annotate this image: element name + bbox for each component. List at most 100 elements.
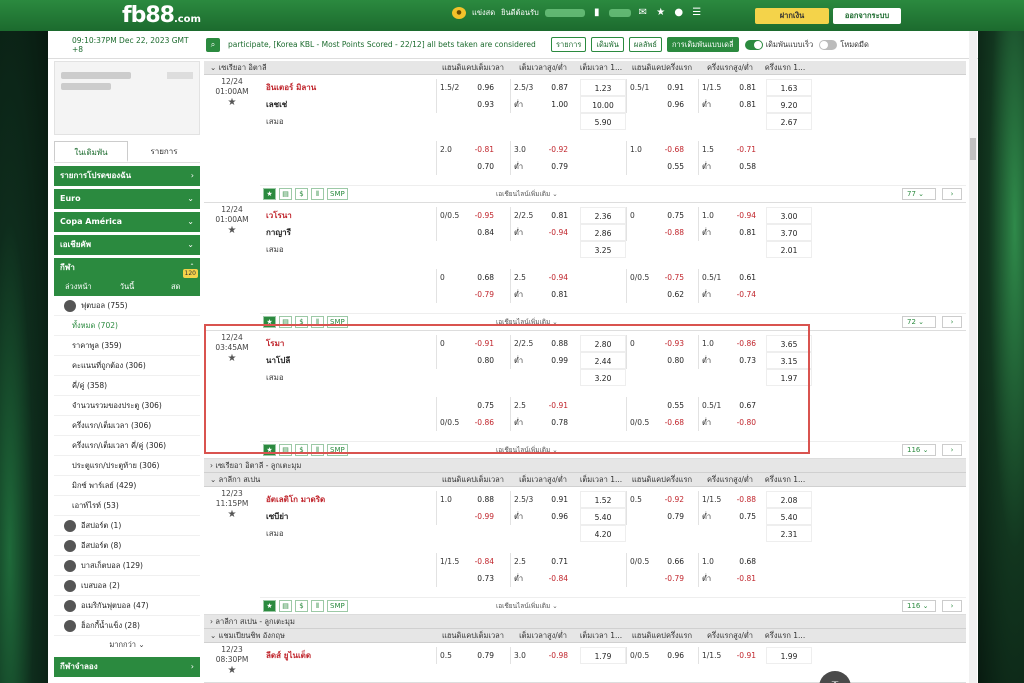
football-sub-item[interactable]: คะแนนที่ถูกต้อง (306) — [54, 356, 200, 376]
odds-cell[interactable]: 1.52 — [580, 491, 626, 508]
odds-cell[interactable]: -0.99 — [436, 508, 497, 525]
odds-cell[interactable]: 0.55 — [626, 397, 687, 414]
sport-item[interactable]: บาสเก็ตบอล (129) — [54, 556, 200, 576]
odds-cell[interactable]: 1.0 -0.68 — [626, 141, 687, 158]
odds-cell[interactable]: 2/2.5 0.88 — [510, 335, 571, 352]
odds-cell[interactable]: 2.86 — [580, 224, 626, 241]
odds-cell[interactable]: 0 0.68 — [436, 269, 497, 286]
odds-cell[interactable]: 5.90 — [580, 113, 626, 130]
smp-button[interactable]: SMP — [327, 443, 348, 456]
deposit-button[interactable]: ฝากเงิน — [755, 8, 829, 24]
subtab-live[interactable]: สด — [151, 278, 200, 296]
odds-cell[interactable]: 5.40 — [766, 508, 812, 525]
menu-list-icon[interactable]: ☰ — [691, 7, 703, 19]
odds-cell[interactable]: 0/0.5 0.66 — [626, 553, 687, 570]
sport-item[interactable]: อีสปอร์ต (8) — [54, 536, 200, 556]
more-lines-link[interactable]: เอเชียนไลน์เพิ่มเติม ⌄ — [496, 189, 558, 199]
football-sub-item[interactable]: เอาท์ไรท์ (53) — [54, 496, 200, 516]
market-count[interactable]: 77 ⌄ — [902, 187, 936, 200]
promo-icon[interactable]: ★ — [655, 7, 667, 19]
football-sub-item[interactable]: คี่/คู่ (358) — [54, 376, 200, 396]
football-sub-item[interactable]: ราคาพูล (359) — [54, 336, 200, 356]
odds-cell[interactable]: 3.65 — [766, 335, 812, 352]
odds-cell[interactable]: 1.0 0.88 — [436, 491, 497, 508]
subtab-today[interactable]: วันนี้ — [103, 278, 152, 296]
stats-icon[interactable]: ▤ — [279, 599, 292, 612]
favorite-star-icon[interactable]: ★ — [263, 187, 276, 200]
smp-button[interactable]: SMP — [327, 315, 348, 328]
away-team[interactable]: เลชเช่ — [266, 96, 376, 113]
odds-cell[interactable]: ต่ำ 0.75 — [698, 508, 759, 525]
odds-cell[interactable]: 1.23 — [580, 79, 626, 96]
user-icon[interactable]: ● — [673, 7, 685, 19]
odds-cell[interactable]: 2.80 — [580, 335, 626, 352]
odds-cell[interactable]: 0.73 — [436, 570, 497, 587]
chart-icon[interactable]: ⫴ — [311, 443, 324, 456]
dark-mode-toggle[interactable] — [819, 39, 838, 50]
league-header[interactable]: › เซเรียอา อิตาลี - ลูกเตะมุม — [204, 459, 966, 473]
odds-cell[interactable]: 0 0.75 — [626, 207, 687, 224]
chevron-right-icon[interactable]: › — [942, 599, 962, 612]
chart-icon[interactable]: ⫴ — [311, 187, 324, 200]
subtab-early[interactable]: ล่วงหน้า — [54, 278, 103, 296]
sport-item[interactable]: อเมริกันฟุตบอล (47) — [54, 596, 200, 616]
favorite-star-icon[interactable]: ★ — [263, 315, 276, 328]
odds-cell[interactable]: 1/1.5 -0.84 — [436, 553, 497, 570]
odds-cell[interactable]: 10.00 — [580, 96, 626, 113]
more-lines-link[interactable]: เอเชียนไลน์เพิ่มเติม ⌄ — [496, 317, 558, 327]
odds-cell[interactable]: 2.5 -0.94 — [510, 269, 571, 286]
football-sub-item[interactable]: ประตูแรก/ประตูท้าย (306) — [54, 456, 200, 476]
league-header[interactable]: › ลาลีกา สเปน - ลูกเตะมุม — [204, 615, 966, 629]
odds-cell[interactable]: ต่ำ 0.81 — [698, 96, 759, 113]
stats-icon[interactable]: ▤ — [279, 443, 292, 456]
odds-cell[interactable]: 2.36 — [580, 207, 626, 224]
chevron-right-icon[interactable]: › — [942, 443, 962, 456]
odds-cell[interactable]: 1.63 — [766, 79, 812, 96]
sidebar-item-sports[interactable]: กีฬา ˆ — [54, 258, 200, 278]
more-lines-link[interactable]: เอเชียนไลน์เพิ่มเติม ⌄ — [496, 601, 558, 611]
tab-in-bet[interactable]: ในเดิมพัน — [54, 141, 128, 162]
favorite-star-icon[interactable]: ★ — [263, 443, 276, 456]
football-sub-item[interactable]: ทั้งหมด (702) — [54, 316, 200, 336]
odds-cell[interactable]: 9.20 — [766, 96, 812, 113]
odds-cell[interactable]: 2/2.5 0.81 — [510, 207, 571, 224]
site-logo[interactable]: fb88.com — [122, 3, 201, 28]
odds-cell[interactable]: 0.5/1 0.61 — [698, 269, 759, 286]
stats-icon[interactable]: ▤ — [279, 187, 292, 200]
more-sports-button[interactable]: มากกว่า ⌄ — [54, 636, 200, 654]
list-button[interactable]: รายการ — [551, 37, 587, 52]
sport-item[interactable]: อีสปอร์ต (1) — [54, 516, 200, 536]
dollar-icon[interactable]: $ — [295, 315, 308, 328]
odds-cell[interactable]: 1.79 — [580, 647, 626, 664]
sidebar-item-virtual[interactable]: กีฬาจำลอง › — [54, 657, 200, 677]
odds-cell[interactable]: 0.55 — [626, 158, 687, 175]
football-sub-item[interactable]: จำนวนรวมของประตู (306) — [54, 396, 200, 416]
odds-cell[interactable]: 3.0 -0.92 — [510, 141, 571, 158]
odds-cell[interactable]: 1.0 -0.94 — [698, 207, 759, 224]
odds-cell[interactable]: 5.40 — [580, 508, 626, 525]
odds-cell[interactable]: ต่ำ -0.81 — [698, 570, 759, 587]
odds-cell[interactable]: 2.5 0.71 — [510, 553, 571, 570]
tab-list[interactable]: รายการ — [128, 141, 200, 162]
star-icon[interactable]: ★ — [204, 354, 260, 364]
wallet-icon[interactable]: ▮ — [591, 7, 603, 19]
sport-item[interactable]: ฮ็อกกี้น้ำแข็ง (28) — [54, 616, 200, 636]
smp-button[interactable]: SMP — [327, 599, 348, 612]
odds-cell[interactable]: 0/0.5 0.96 — [626, 647, 687, 664]
odds-cell[interactable]: 0.5/1 0.91 — [626, 79, 687, 96]
odds-cell[interactable]: -0.79 — [436, 286, 497, 303]
odds-cell[interactable]: ต่ำ -0.80 — [698, 414, 759, 431]
sidebar-item-favorites[interactable]: รายการโปรดของฉัน › — [54, 166, 200, 186]
sidebar-item-asian-cup[interactable]: เอเชียคัพ ⌄ — [54, 235, 200, 255]
odds-cell[interactable]: 3.00 — [766, 207, 812, 224]
odds-cell[interactable]: 2.5/3 0.91 — [510, 491, 571, 508]
odds-cell[interactable]: 2.0 -0.81 — [436, 141, 497, 158]
chart-icon[interactable]: ⫴ — [311, 599, 324, 612]
odds-cell[interactable]: 0 -0.91 — [436, 335, 497, 352]
odds-cell[interactable]: 0.79 — [626, 508, 687, 525]
more-lines-link[interactable]: เอเชียนไลน์เพิ่มเติม ⌄ — [496, 445, 558, 455]
odds-cell[interactable]: 0.93 — [436, 96, 497, 113]
page-scrollbar[interactable] — [969, 31, 977, 683]
odds-cell[interactable]: 1.5 -0.71 — [698, 141, 759, 158]
odds-cell[interactable]: ต่ำ 0.58 — [698, 158, 759, 175]
